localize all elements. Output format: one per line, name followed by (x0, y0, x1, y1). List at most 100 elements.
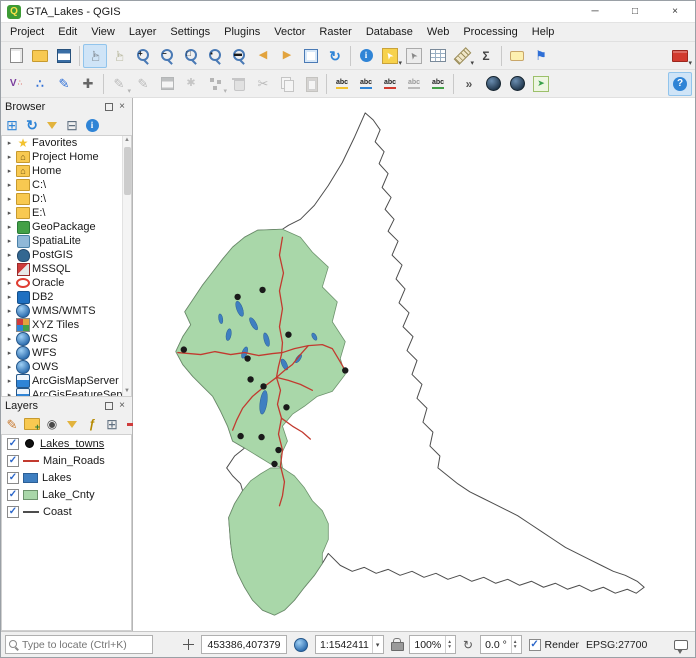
expander-icon[interactable]: ▸ (5, 209, 14, 217)
magnifier-control[interactable]: 100% ▴▾ (409, 635, 456, 654)
layer-checkbox[interactable]: ✓ (7, 438, 19, 450)
expand-all[interactable] (103, 415, 121, 433)
manage-map-themes[interactable] (43, 415, 61, 433)
browser-item-geopackage[interactable]: ▸GeoPackage (2, 220, 131, 234)
expander-icon[interactable]: ▸ (5, 195, 14, 203)
metasearch[interactable] (481, 72, 505, 96)
browser-close-icon[interactable]: × (116, 101, 128, 112)
menu-raster[interactable]: Raster (312, 24, 358, 40)
zoom-out[interactable]: − (155, 44, 179, 68)
browser-item-db2[interactable]: ▸DB2 (2, 290, 131, 304)
layer-labeling[interactable] (330, 72, 354, 96)
deselect-features[interactable] (402, 44, 426, 68)
new-shapefile-layer[interactable] (28, 72, 52, 96)
expander-icon[interactable]: ▸ (5, 237, 14, 245)
menu-help[interactable]: Help (525, 24, 562, 40)
layer-item-main-roads[interactable]: ✓Main_Roads (2, 452, 131, 469)
layer-checkbox[interactable]: ✓ (7, 472, 19, 484)
menu-settings[interactable]: Settings (163, 24, 217, 40)
layer-checkbox[interactable]: ✓ (7, 455, 19, 467)
zoom-to-layer[interactable]: ▬ (227, 44, 251, 68)
expander-icon[interactable]: ▸ (5, 181, 14, 189)
layer-item-lake-cnty[interactable]: ✓Lake_Cnty (2, 486, 131, 503)
render-toggle[interactable]: ✓ Render (529, 639, 579, 651)
browser-item-home[interactable]: ▸Home (2, 164, 131, 178)
zoom-next[interactable] (275, 44, 299, 68)
processing-toolbox[interactable]: ▾ (668, 44, 692, 68)
browser-scrollbar[interactable]: ▲ ▼ (122, 136, 131, 396)
menu-web[interactable]: Web (420, 24, 456, 40)
menu-vector[interactable]: Vector (267, 24, 312, 40)
layer-item-lakes[interactable]: ✓Lakes (2, 469, 131, 486)
move-label[interactable] (426, 72, 450, 96)
close-button[interactable]: × (655, 1, 695, 22)
maximize-button[interactable]: □ (615, 1, 655, 22)
messages-icon[interactable] (674, 640, 688, 650)
statistical-summary[interactable] (474, 44, 498, 68)
menu-processing[interactable]: Processing (456, 24, 524, 40)
browser-item-e[interactable]: ▸E:\ (2, 206, 131, 220)
new-virtual-layer[interactable] (76, 72, 100, 96)
collapse-all[interactable] (63, 116, 81, 134)
expander-icon[interactable]: ▸ (5, 377, 14, 385)
open-project[interactable] (28, 44, 52, 68)
coordinate-display[interactable]: 453386,407379 (201, 635, 287, 654)
refresh-browser[interactable] (23, 116, 41, 134)
browser-item-wms-wmts[interactable]: ▸WMS/WMTS (2, 304, 131, 318)
extents-icon[interactable] (294, 638, 308, 652)
zoom-full-extent[interactable]: □ (179, 44, 203, 68)
menu-view[interactable]: View (84, 24, 122, 40)
pin-unpin-labels[interactable] (378, 72, 402, 96)
map-canvas[interactable] (133, 98, 695, 631)
browser-item-postgis[interactable]: ▸PostGIS (2, 248, 131, 262)
layers-undock-icon[interactable] (105, 402, 113, 410)
layer-labeling-single[interactable] (354, 72, 378, 96)
layer-item-coast[interactable]: ✓Coast (2, 503, 131, 520)
magnifier-spinner[interactable]: ▴▾ (445, 636, 451, 653)
highlight-pinned-labels[interactable] (402, 72, 426, 96)
expander-icon[interactable]: ▸ (5, 391, 14, 397)
locate-input[interactable] (22, 639, 149, 651)
filter-browser[interactable] (43, 116, 61, 134)
browser-item-spatialite[interactable]: ▸SpatiaLite (2, 234, 131, 248)
browser-item-c[interactable]: ▸C:\ (2, 178, 131, 192)
minimize-button[interactable]: ─ (575, 1, 615, 22)
rotation-spinner[interactable]: ▴▾ (511, 636, 517, 653)
menu-database[interactable]: Database (359, 24, 420, 40)
expander-icon[interactable]: ▸ (5, 321, 14, 329)
add-group[interactable] (23, 415, 41, 433)
layer-checkbox[interactable]: ✓ (7, 506, 19, 518)
scale-combo[interactable]: 1:1542411 ▾ (315, 635, 384, 654)
browser-item-project-home[interactable]: ▸Project Home (2, 150, 131, 164)
menu-plugins[interactable]: Plugins (217, 24, 267, 40)
browser-item-favorites[interactable]: ▸Favorites (2, 136, 131, 150)
expander-icon[interactable]: ▸ (5, 349, 14, 357)
browser-item-wfs[interactable]: ▸WFS (2, 346, 131, 360)
browser-item-arcgisfeatureserver[interactable]: ▸ArcGisFeatureServer (2, 388, 131, 397)
identify-features[interactable] (354, 44, 378, 68)
open-data-source-manager[interactable] (4, 72, 28, 96)
expander-icon[interactable]: ▸ (5, 139, 14, 147)
expander-icon[interactable]: ▸ (5, 293, 14, 301)
layers-close-icon[interactable]: × (116, 400, 128, 411)
menu-layer[interactable]: Layer (122, 24, 164, 40)
pan-to-selection[interactable] (107, 44, 131, 68)
help-contents[interactable] (668, 72, 692, 96)
osgeo-catalog[interactable] (505, 72, 529, 96)
filter-by-expression[interactable] (83, 415, 101, 433)
scale-dropdown-icon[interactable]: ▾ (372, 636, 380, 653)
expander-icon[interactable]: ▸ (5, 307, 14, 315)
expander-icon[interactable]: ▸ (5, 363, 14, 371)
expander-icon[interactable]: ▸ (5, 265, 14, 273)
browser-item-arcgismapserver[interactable]: ▸ArcGisMapServer (2, 374, 131, 388)
refresh-map[interactable] (323, 44, 347, 68)
show-map-tips[interactable] (505, 44, 529, 68)
zoom-in[interactable]: + (131, 44, 155, 68)
browser-undock-icon[interactable] (105, 103, 113, 111)
select-features[interactable]: ▾ (378, 44, 402, 68)
plugin-tool[interactable] (529, 72, 553, 96)
crs-display[interactable]: EPSG:27700 (586, 639, 647, 651)
browser-item-wcs[interactable]: ▸WCS (2, 332, 131, 346)
expander-icon[interactable]: ▸ (5, 223, 14, 231)
expander-icon[interactable]: ▸ (5, 279, 14, 287)
